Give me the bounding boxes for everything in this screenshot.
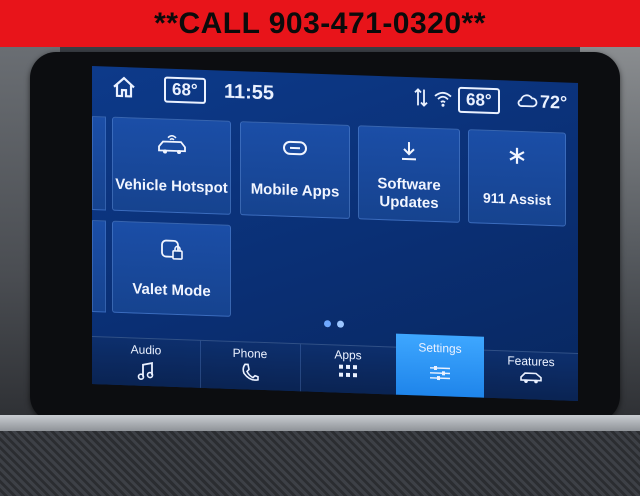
page-dot[interactable] (324, 320, 331, 328)
car-hotspot-icon (157, 135, 186, 155)
car-icon (520, 372, 542, 384)
dealer-banner: **CALL 903-471-0320** (0, 0, 640, 47)
trim-chrome (0, 415, 640, 431)
signal-icon (414, 88, 428, 107)
link-icon (283, 140, 307, 156)
nav-features[interactable]: Features (484, 351, 578, 401)
weather-icon (517, 94, 538, 108)
nav-label: Features (507, 353, 555, 370)
prev-page-tile-edge (92, 220, 106, 313)
trim-panel (0, 431, 640, 496)
nav-phone[interactable]: Phone (200, 340, 301, 393)
clock: 11:55 (224, 80, 275, 105)
driver-temp[interactable]: 68° (164, 76, 206, 104)
tile-label: 911 Assist (483, 189, 551, 209)
home-icon[interactable] (112, 76, 136, 99)
tile-valet-mode[interactable]: Valet Mode (112, 220, 231, 317)
wifi-icon (434, 91, 452, 107)
prev-page-tile-edge (92, 116, 106, 211)
passenger-temp[interactable]: 68° (458, 86, 500, 115)
sliders-icon (430, 365, 450, 381)
asterisk-icon (509, 147, 525, 164)
nav-apps[interactable]: Apps (300, 344, 397, 396)
outside-temp: 72° (540, 91, 568, 113)
nav-audio[interactable]: Audio (92, 337, 201, 389)
nav-settings[interactable]: Settings (396, 333, 484, 399)
phone-icon (242, 363, 259, 381)
infotainment-screen: 68° 11:55 68° 72° Vehicle Hotspot Mobile… (92, 66, 578, 401)
page-dot-current[interactable] (337, 320, 344, 328)
tile-label: Vehicle Hotspot (115, 175, 228, 197)
tile-software-updates[interactable]: Software Updates (358, 125, 460, 223)
tile-label: Valet Mode (132, 280, 211, 301)
music-note-icon (137, 362, 154, 381)
banner-text: **CALL 903-471-0320** (154, 6, 486, 40)
nav-label: Apps (334, 347, 362, 363)
download-icon (402, 142, 416, 161)
lock-icon (160, 239, 183, 260)
nav-label: Audio (130, 342, 162, 358)
tile-label-line2: Updates (379, 193, 439, 213)
tile-911-assist[interactable]: 911 Assist (468, 129, 566, 227)
page-indicator (324, 314, 350, 333)
tile-mobile-apps[interactable]: Mobile Apps (240, 121, 350, 220)
tile-vehicle-hotspot[interactable]: Vehicle Hotspot (112, 116, 231, 215)
nav-label: Settings (418, 340, 462, 356)
apps-grid-icon (339, 364, 357, 378)
nav-label: Phone (232, 345, 268, 362)
tile-label: Mobile Apps (250, 180, 340, 201)
